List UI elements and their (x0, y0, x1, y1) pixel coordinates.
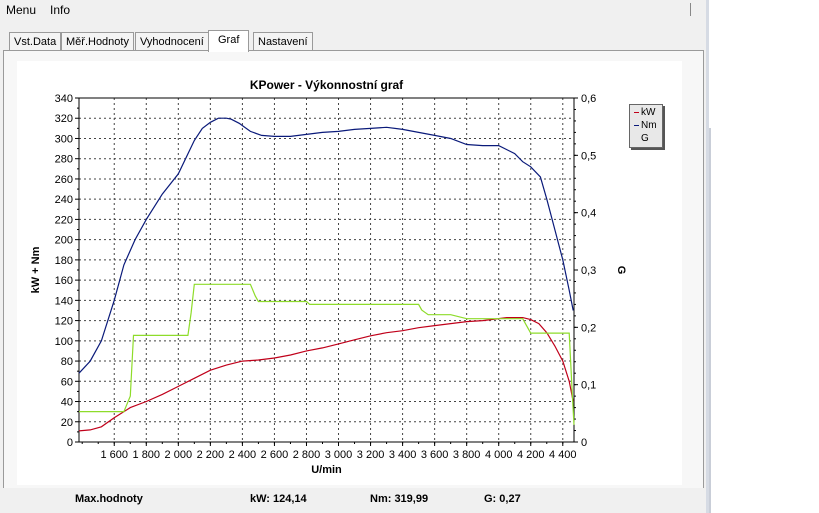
y-tick-label: 200 (55, 235, 73, 247)
tab-nastaveni[interactable]: Nastavení (253, 32, 313, 51)
tab-graf[interactable]: Graf (208, 30, 250, 52)
chart-area: KPower - Výkonnostní graf 1 600 1 800 2 000… (17, 61, 682, 485)
x-tick-label: 4 400 (549, 449, 577, 461)
x-tick-label: 1 800 (133, 449, 161, 461)
y-tick-label: 160 (55, 275, 73, 287)
y-tick-label: 100 (55, 336, 73, 348)
tab-vyhodnoceni[interactable]: Vyhodnocení (135, 32, 209, 51)
legend-item-kw: kW (634, 107, 655, 119)
x-tick-label: 2 800 (293, 449, 321, 461)
y-tick-label: 240 (55, 194, 73, 206)
y-right-tick-label: 0,4 (581, 208, 596, 220)
application-window: Menu Info Vst.Data Měř.Hodnoty Vyhodnoce… (0, 0, 706, 513)
y-tick-label: 140 (55, 295, 73, 307)
menu-bar: Menu Info (0, 0, 706, 20)
x-tick-label: 2 400 (229, 449, 257, 461)
y-axis-label-right: G (615, 266, 627, 275)
legend-label-g: G (641, 133, 649, 144)
x-tick-label: 2 200 (197, 449, 225, 461)
max-g-value: G: 0,27 (484, 493, 521, 505)
performance-chart: KPower - Výkonnostní graf 1 600 1 800 2 000… (30, 78, 627, 476)
menubar-divider (690, 3, 703, 16)
y-right-tick-label: 0,6 (581, 93, 596, 105)
x-tick-label: 3 800 (453, 449, 481, 461)
y-right-tick-label: 0,5 (581, 150, 596, 162)
max-nm-value: Nm: 319,99 (370, 493, 429, 505)
x-tick-label: 3 200 (357, 449, 385, 461)
plot-frame (78, 97, 575, 443)
tab-strip: Vst.Data Měř.Hodnoty Vyhodnocení Graf Na… (0, 30, 706, 52)
y-tick-label: 340 (55, 93, 73, 105)
legend-label-kw: kW (641, 107, 656, 118)
x-axis-label: U/min (311, 464, 342, 476)
x-tick-label: 4 200 (517, 449, 545, 461)
y-tick-label: 60 (61, 376, 73, 388)
y-tick-label: 20 (61, 417, 73, 429)
y-right-tick-label: 0,1 (581, 380, 596, 392)
y-tick-label: 0 (67, 437, 73, 449)
y-tick-label: 320 (55, 113, 73, 125)
y-tick-label: 300 (55, 133, 73, 145)
y-tick-label: 260 (55, 174, 73, 186)
x-tick-label: 2 000 (165, 449, 193, 461)
chart-title: KPower - Výkonnostní graf (250, 78, 404, 92)
window-border-shadow (709, 128, 711, 513)
menu-item-menu[interactable]: Menu (6, 3, 36, 17)
y-tick-label: 280 (55, 154, 73, 166)
menu-item-info[interactable]: Info (50, 3, 70, 17)
x-tick-label: 3 600 (421, 449, 449, 461)
x-tick-label: 3 000 (325, 449, 353, 461)
y-axis-label-left: kW + Nm (30, 246, 42, 293)
legend-item-g: G (634, 133, 649, 145)
y-tick-label: 180 (55, 255, 73, 267)
x-tick-label: 1 600 (100, 449, 128, 461)
max-kw-value: kW: 124,14 (250, 493, 307, 505)
y-tick-label: 120 (55, 316, 73, 328)
legend-item-nm: Nm (634, 120, 657, 132)
y-right-tick-label: 0 (581, 437, 587, 449)
x-tick-label: 4 000 (485, 449, 513, 461)
y-tick-label: 220 (55, 214, 73, 226)
series-line-g (79, 283, 575, 425)
y-right-tick-label: 0,2 (581, 322, 596, 334)
y-tick-label: 40 (61, 397, 73, 409)
max-values-bar: Max.hodnoty kW: 124,14 Nm: 319,99 G: 0,2… (0, 488, 706, 513)
legend-label-nm: Nm (641, 120, 657, 131)
tab-mer-hodnoty[interactable]: Měř.Hodnoty (61, 32, 134, 51)
y-right-tick-label: 0,3 (581, 265, 596, 277)
tab-vst-data[interactable]: Vst.Data (9, 32, 62, 51)
x-tick-label: 2 600 (261, 449, 289, 461)
y-tick-label: 80 (61, 356, 73, 368)
max-values-label: Max.hodnoty (75, 493, 143, 505)
x-tick-label: 3 400 (389, 449, 417, 461)
chart-legend: kW Nm G (629, 104, 663, 148)
